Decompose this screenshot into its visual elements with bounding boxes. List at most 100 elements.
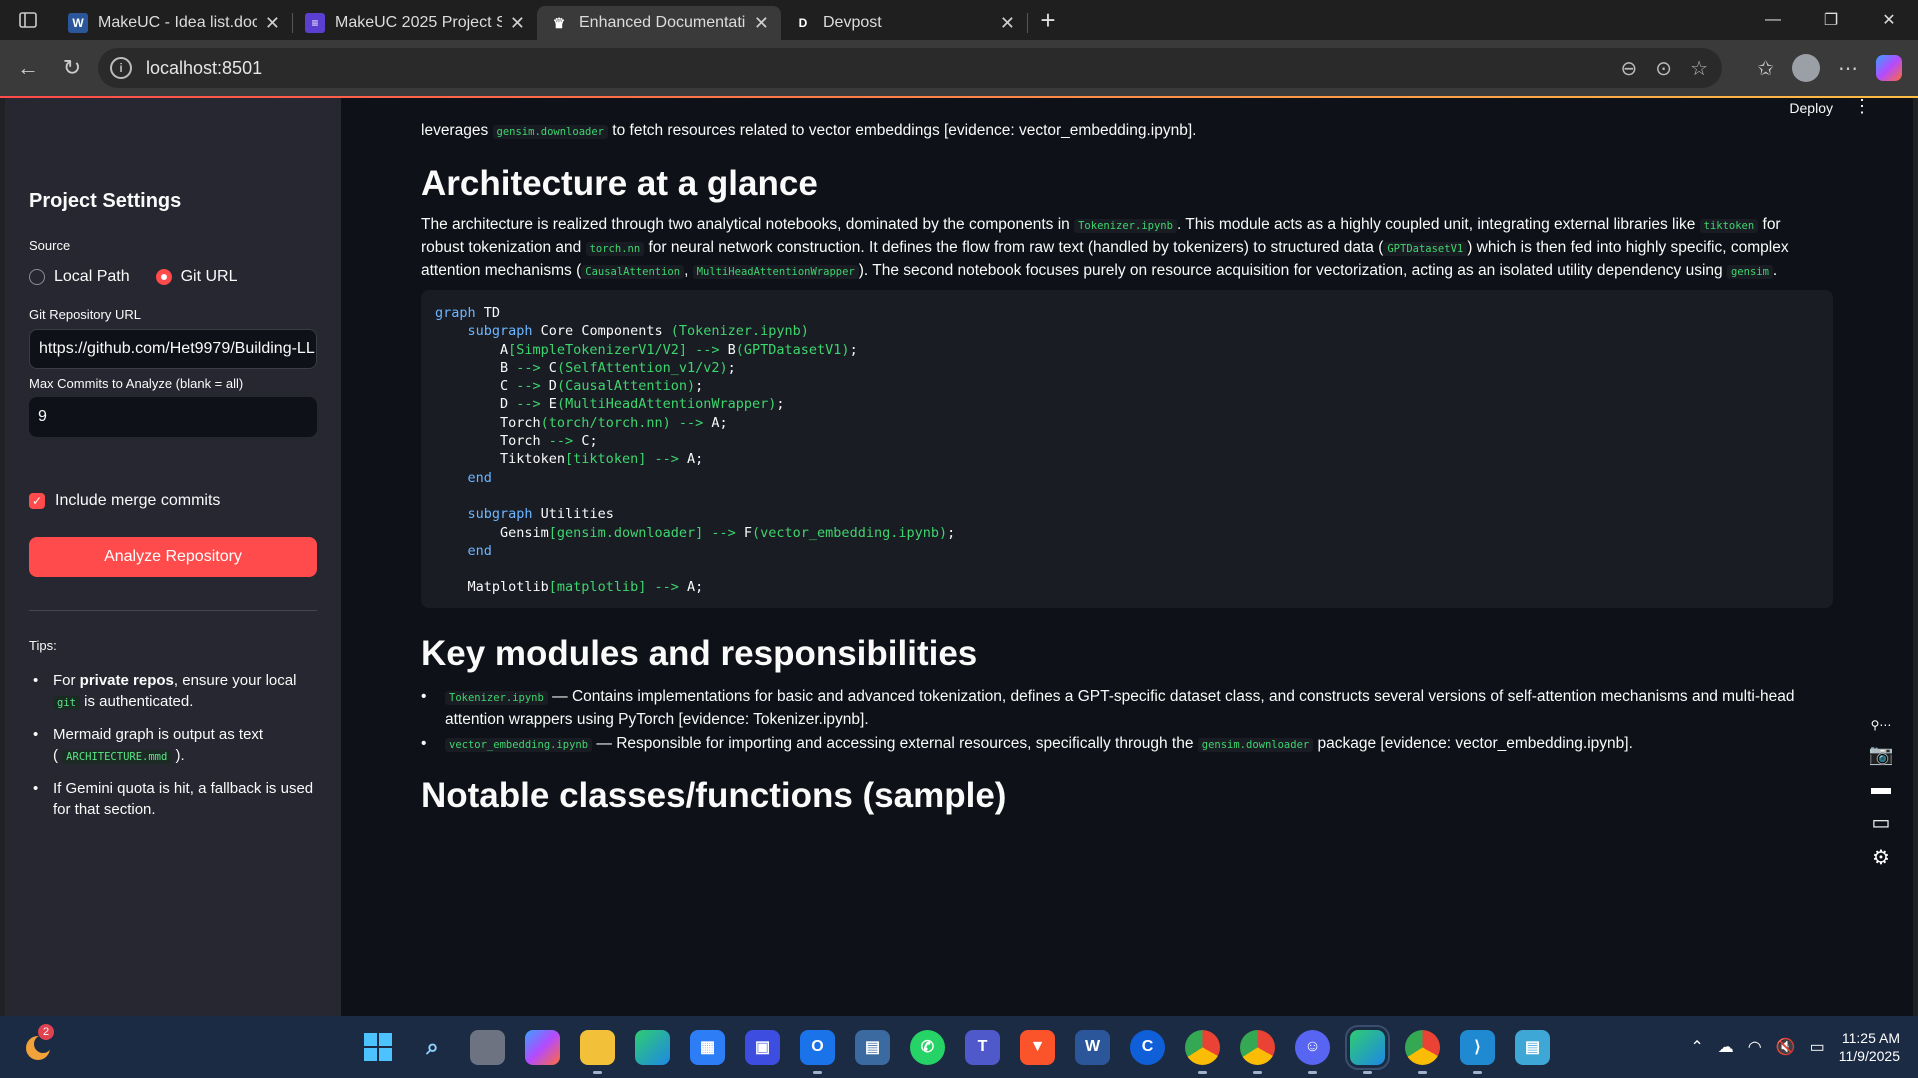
code-line: Torch(torch/torch.nn) --> A;	[435, 414, 728, 431]
modules-list: • Tokenizer.ipynb — Contains implementat…	[421, 686, 1817, 759]
code-line: Tiktoken[tiktoken] --> A;	[435, 451, 704, 468]
tab-makeuc-submission[interactable]: ≡ MakeUC 2025 Project Submission ✕	[293, 6, 537, 40]
tab-actions-button[interactable]	[0, 0, 56, 40]
discord-icon[interactable]: ☺	[1295, 1029, 1330, 1074]
radio-unchecked-icon[interactable]	[29, 269, 45, 285]
brave-icon[interactable]: ▼	[1020, 1029, 1055, 1065]
copilot-icon[interactable]	[1876, 55, 1902, 81]
search-icon[interactable]: ⌕	[415, 1030, 450, 1065]
list-item: • Mermaid graph is output as text( ARCHI…	[33, 726, 264, 764]
outlook-icon[interactable]: O	[800, 1029, 835, 1074]
browser-tab-strip: W MakeUC - Idea list.docx ✕ ≡ MakeUC 202…	[0, 0, 1918, 40]
task-view-icon[interactable]	[470, 1029, 505, 1065]
chrome-icon[interactable]	[1185, 1029, 1220, 1074]
tips-list: • For private repos, ensure your local gi…	[29, 670, 325, 830]
code-line: Matplotlib[matplotlib] --> A;	[435, 579, 704, 596]
link-more-icon[interactable]: ⚲⋯	[1871, 718, 1892, 732]
tab-actions-icon	[19, 12, 37, 28]
site-info-icon[interactable]: i	[110, 57, 132, 79]
file-explorer-icon[interactable]	[580, 1029, 615, 1074]
edge-icon[interactable]	[635, 1029, 670, 1065]
sidebar-title: Project Settings	[29, 190, 182, 212]
code-line: end	[467, 542, 492, 559]
close-tab-icon[interactable]: ✕	[265, 13, 280, 34]
address-bar[interactable]: i localhost:8501 ⊖ ⊙ ☆	[98, 48, 1722, 88]
notable-heading: Notable classes/functions (sample)	[421, 776, 1007, 815]
battery-icon[interactable]: ▭	[1810, 1037, 1825, 1057]
chrome-icon[interactable]	[1405, 1029, 1440, 1074]
clock[interactable]: 11:25 AM 11/9/2025	[1839, 1029, 1900, 1065]
streamlit-app: Project Settings Source Local Path Git U…	[5, 98, 1913, 1016]
taskbar-apps: ⌕ ▦ ▣ O ▤ ✆ T ▼ W C ☺ ⟩ ▤	[360, 1016, 1550, 1078]
volume-muted-icon[interactable]: 🔇	[1776, 1037, 1796, 1057]
tab-devpost[interactable]: D Devpost ✕	[781, 6, 1027, 40]
tips-label: Tips:	[29, 638, 57, 653]
architecture-heading: Architecture at a glance	[421, 164, 818, 203]
chrome-icon[interactable]	[1240, 1029, 1275, 1074]
refresh-icon[interactable]: ↻	[50, 48, 94, 88]
checkbox-checked-icon[interactable]: ✓	[29, 493, 45, 509]
architecture-paragraph: The architecture is realized through two…	[421, 216, 1789, 279]
copilot-app-icon[interactable]	[525, 1029, 560, 1065]
teams-icon[interactable]: ▣	[745, 1029, 780, 1065]
code-line: Torch --> C;	[435, 433, 598, 450]
code-line: A[SimpleTokenizerV1/V2] --> B(GPTDataset…	[435, 341, 858, 358]
zoom-out-icon[interactable]: ⊖	[1621, 56, 1638, 81]
repo-url-input[interactable]: https://github.com/Het9979/Building-LL	[29, 329, 317, 369]
camera-icon[interactable]: 📷	[1869, 742, 1894, 767]
onedrive-icon[interactable]: ☁	[1718, 1037, 1734, 1057]
more-menu-icon[interactable]: ⋯	[1838, 56, 1858, 81]
url-text[interactable]: localhost:8501	[146, 58, 262, 79]
store-icon[interactable]: ▦	[690, 1029, 725, 1065]
chevron-up-icon[interactable]: ⌃	[1690, 1037, 1703, 1057]
new-tab-button[interactable]: +	[1028, 5, 1068, 36]
profile-avatar[interactable]	[1792, 54, 1820, 82]
radio-local-path[interactable]: Local Path	[29, 268, 130, 286]
more-tools-icon[interactable]: ⊙	[1655, 56, 1672, 81]
mermaid-code-block[interactable]: graph TD subgraph Core Components (Token…	[421, 290, 1833, 608]
edge-active-icon[interactable]	[1345, 1024, 1390, 1074]
max-commits-input[interactable]: 9	[29, 397, 317, 437]
screen-icon[interactable]: ▭	[1872, 810, 1891, 835]
main-menu-icon[interactable]: ⋮	[1853, 98, 1871, 117]
deploy-button[interactable]: Deploy	[1789, 100, 1833, 116]
calculator-icon[interactable]: ▤	[855, 1029, 890, 1065]
system-tray: ⌃ ☁ ◠ 🔇 ▭ 11:25 AM 11/9/2025	[1690, 1016, 1918, 1078]
whatsapp-icon[interactable]: ✆	[910, 1029, 945, 1065]
minimize-icon[interactable]: —	[1744, 0, 1802, 40]
os-taskbar: 2 ⌕ ▦ ▣ O ▤ ✆ T ▼ W C ☺ ⟩ ▤ ⌃ ☁ ◠ 🔇 ▭ 11…	[0, 1016, 1918, 1078]
favorites-icon[interactable]: ✩	[1757, 56, 1774, 81]
word-app-icon[interactable]: W	[1075, 1029, 1110, 1065]
radio-checked-icon[interactable]	[155, 269, 172, 285]
favorite-star-icon[interactable]: ☆	[1690, 56, 1708, 81]
radio-git-url[interactable]: Git URL	[155, 268, 238, 286]
start-icon[interactable]	[360, 1030, 395, 1065]
app-icon[interactable]: C	[1130, 1029, 1165, 1065]
tab-enhanced-docs[interactable]: ♛ Enhanced Documentation Genera ✕	[537, 6, 781, 40]
analyze-repository-button[interactable]: Analyze Repository	[29, 537, 317, 577]
close-tab-icon[interactable]: ✕	[1000, 13, 1015, 34]
vscode-icon[interactable]: ⟩	[1460, 1029, 1495, 1074]
gear-icon[interactable]: ⚙	[1872, 845, 1890, 870]
code-line: graph TD	[435, 305, 501, 321]
notepad-icon[interactable]: ▤	[1515, 1029, 1550, 1065]
merge-commits-checkbox-row[interactable]: ✓ Include merge commits	[29, 492, 220, 510]
close-tab-icon[interactable]: ✕	[754, 13, 769, 34]
devpost-icon: D	[798, 16, 808, 30]
teams-chat-icon[interactable]: T	[965, 1029, 1000, 1065]
back-icon[interactable]: ←	[6, 48, 50, 88]
tab-word-doc[interactable]: W MakeUC - Idea list.docx ✕	[56, 6, 292, 40]
browser-toolbar: ← ↻ i localhost:8501 ⊖ ⊙ ☆ ✩ ⋯	[0, 40, 1918, 96]
code-line: subgraph Core Components (Tokenizer.ipyn…	[467, 323, 809, 340]
widgets-button[interactable]: 2	[24, 1024, 60, 1064]
restore-icon[interactable]: ❐	[1802, 0, 1860, 40]
video-icon[interactable]: ▬	[1871, 777, 1891, 800]
wifi-icon[interactable]: ◠	[1748, 1037, 1762, 1057]
code-line: end	[467, 469, 492, 486]
code-line: subgraph Utilities	[467, 506, 614, 523]
floating-toolbar: ⚲⋯ 📷 ▬ ▭ ⚙	[1865, 718, 1897, 870]
close-tab-icon[interactable]: ✕	[510, 13, 525, 34]
close-window-icon[interactable]: ✕	[1860, 0, 1918, 40]
notification-badge: 2	[38, 1024, 54, 1040]
